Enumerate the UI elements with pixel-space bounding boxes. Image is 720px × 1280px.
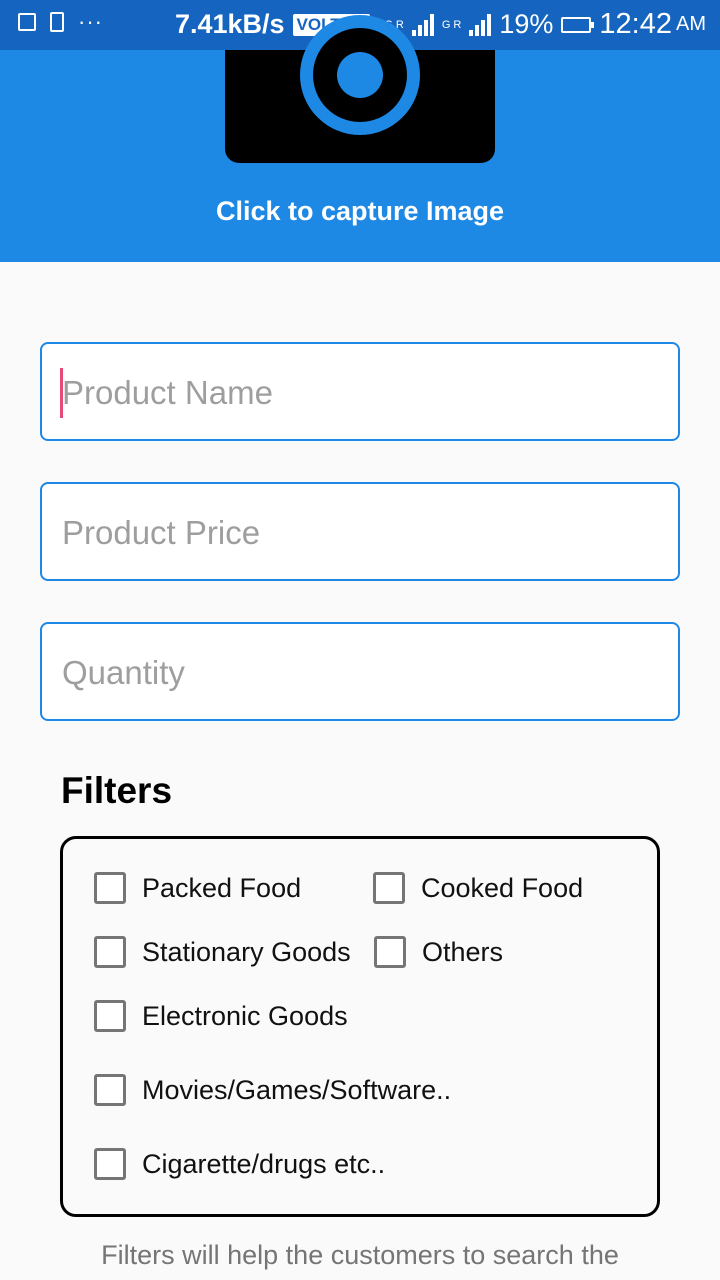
filter-label: Movies/Games/Software.. xyxy=(142,1074,452,1105)
filter-checkbox-stationary-goods[interactable]: Stationary Goods xyxy=(94,936,351,968)
filter-checkbox-others[interactable]: Others xyxy=(374,936,503,968)
clock-time: 12:42 xyxy=(599,8,672,40)
filter-label: Packed Food xyxy=(142,872,302,903)
filter-checkbox-packed-food[interactable]: Packed Food xyxy=(94,872,301,904)
signal-icon-2 xyxy=(469,13,492,36)
filters-panel: Packed Food Cooked Food Stationary Goods… xyxy=(60,836,660,1217)
battery-icon xyxy=(561,16,595,33)
filter-label: Stationary Goods xyxy=(142,936,351,967)
product-name-field xyxy=(40,342,680,441)
filter-label: Cooked Food xyxy=(421,872,584,903)
filter-label: Others xyxy=(422,936,504,967)
more-notifications-icon: ··· xyxy=(78,9,103,34)
camera-icon[interactable] xyxy=(225,15,495,163)
checkbox-icon[interactable] xyxy=(94,1148,126,1180)
network-speed: 7.41kB/s xyxy=(174,9,285,39)
checkbox-icon[interactable] xyxy=(94,1000,126,1032)
product-price-field xyxy=(40,482,680,581)
battery-percent: 19% xyxy=(499,9,554,39)
checkbox-icon[interactable] xyxy=(94,936,126,968)
image-notification-icon xyxy=(18,13,36,31)
usb-icon xyxy=(50,12,64,32)
product-price-input[interactable] xyxy=(60,484,664,581)
filter-checkbox-cooked-food[interactable]: Cooked Food xyxy=(373,872,583,904)
notification-icons: ··· xyxy=(18,9,103,34)
filters-hint-text: Filters will help the customers to searc… xyxy=(101,1240,619,1270)
filter-checkbox-movies-games-software[interactable]: Movies/Games/Software.. xyxy=(94,1074,451,1106)
capture-image-button[interactable]: Click to capture Image xyxy=(0,196,720,227)
filter-label: Electronic Goods xyxy=(142,1000,348,1031)
filter-checkbox-electronic-goods[interactable]: Electronic Goods xyxy=(94,1000,348,1032)
network-type-2: G R xyxy=(441,18,462,31)
camera-lens-icon xyxy=(300,15,420,135)
checkbox-icon[interactable] xyxy=(94,872,126,904)
filter-label: Cigarette/drugs etc.. xyxy=(142,1148,386,1179)
signal-icon-1 xyxy=(411,13,434,36)
quantity-field xyxy=(40,622,680,721)
product-name-input[interactable] xyxy=(60,344,664,441)
checkbox-icon[interactable] xyxy=(94,1074,126,1106)
quantity-input[interactable] xyxy=(60,624,664,721)
filters-heading: Filters xyxy=(61,770,173,811)
clock-ampm: AM xyxy=(676,13,706,35)
capture-header: Click to capture Image xyxy=(0,15,720,262)
checkbox-icon[interactable] xyxy=(374,936,406,968)
filter-checkbox-cigarette-drugs[interactable]: Cigarette/drugs etc.. xyxy=(94,1148,385,1180)
checkbox-icon[interactable] xyxy=(373,872,405,904)
status-indicators: 7.41kB/s VOLTE 1 4G R G R 19% 12:42 AM xyxy=(175,8,706,41)
